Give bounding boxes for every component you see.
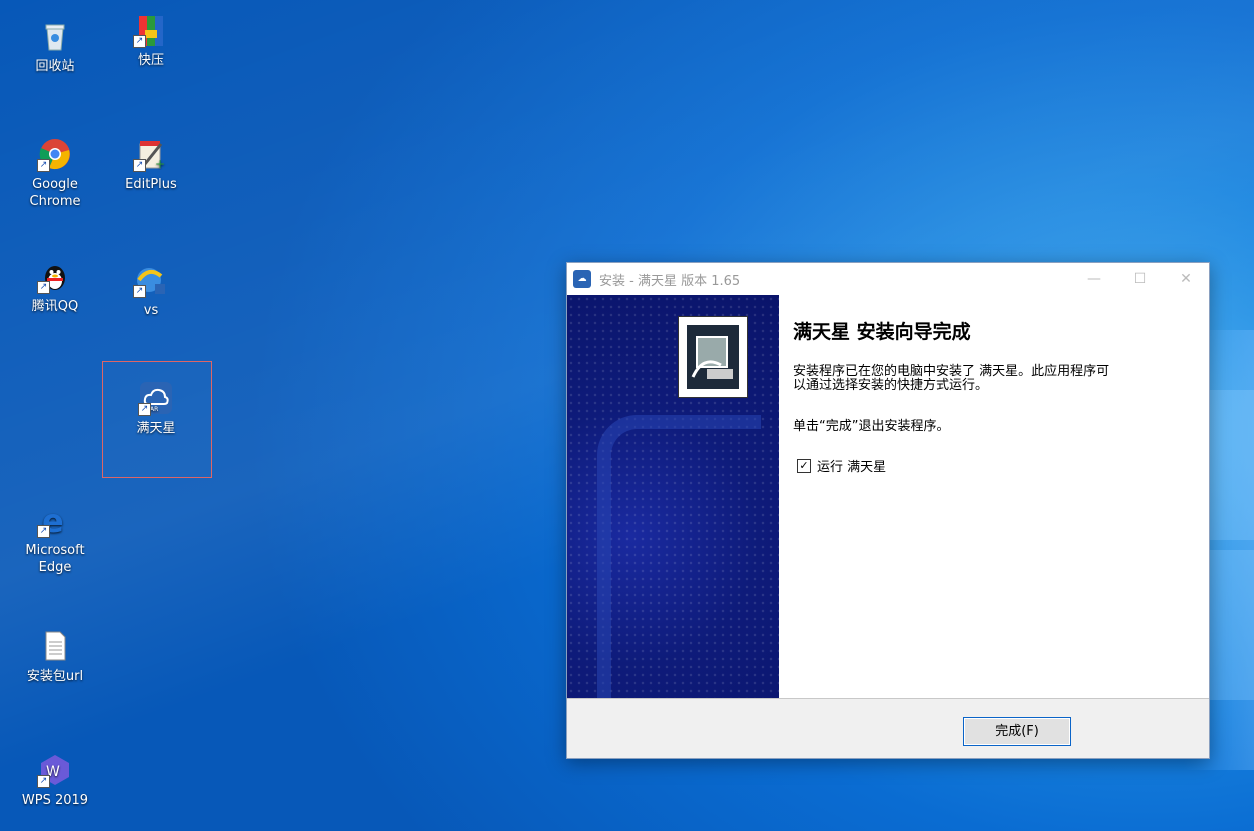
shortcut-arrow-icon: ↗ (37, 525, 50, 538)
shortcut-arrow-icon: ↗ (133, 35, 146, 48)
app-icon: ☁ (573, 270, 591, 288)
desktop-icon-label: 腾讯QQ (31, 299, 79, 314)
desktop-icon-label: 安装包url (26, 669, 84, 684)
desktop-icon-recycle-bin[interactable]: 回收站 (18, 20, 92, 75)
run-app-label: 运行 满天星 (817, 460, 887, 475)
desktop-icon-label: 快压 (137, 53, 164, 68)
shortcut-arrow-icon: ↗ (138, 403, 151, 416)
completion-message: 安装程序已在您的电脑中安装了 满天星。此应用程序可 以通过选择安装的快捷方式运行… (793, 365, 1193, 393)
text-file-icon (39, 630, 71, 662)
mantianxing-cloud-icon: AR ↗ (138, 382, 172, 416)
desktop-icon-label: 满天星 (136, 421, 176, 436)
shortcut-arrow-icon: ↗ (133, 285, 146, 298)
desktop-icon-kuaiya[interactable]: ↗ 快压 (114, 14, 188, 69)
editplus-icon: + ↗ (133, 138, 167, 172)
chrome-icon: ↗ (37, 138, 71, 172)
wizard-side-image (567, 295, 779, 698)
desktop-icon-label: WPS 2019 (21, 793, 89, 808)
desktop-icon-tencent-qq[interactable]: ↗ 腾讯QQ (18, 260, 92, 315)
desktop-icon-google-chrome[interactable]: ↗ Google Chrome (18, 138, 92, 210)
qq-penguin-icon: ↗ (37, 260, 71, 294)
completion-message-line: 安装程序已在您的电脑中安装了 满天星。此应用程序可 (793, 364, 1110, 379)
wizard-heading: 满天星 安装向导完成 (793, 321, 971, 343)
run-app-checkbox[interactable]: ✓ 运行 满天星 (797, 456, 886, 475)
wps-icon: W ↗ (37, 754, 71, 788)
desktop-icon-label: 回收站 (35, 59, 75, 74)
footer-divider (567, 698, 1209, 699)
shortcut-arrow-icon: ↗ (37, 159, 50, 172)
installer-window: ☁ 安装 - 满天星 版本 1.65 — ☐ ✕ 满天星 安装向导完成 安装程序… (566, 262, 1210, 759)
kuaiya-icon: ↗ (133, 14, 167, 48)
desktop-icon-editplus[interactable]: + ↗ EditPlus (114, 138, 188, 193)
desktop-icon-install-url[interactable]: 安装包url (18, 630, 92, 685)
finish-button[interactable]: 完成(F) (963, 717, 1071, 746)
desktop-icon-label: Microsoft Edge (25, 543, 85, 575)
completion-message-line: 以通过选择安装的快捷方式运行。 (793, 378, 989, 393)
svg-text:+: + (155, 157, 165, 170)
edge-icon: e ↗ (37, 502, 71, 540)
wizard-content: 满天星 安装向导完成 安装程序已在您的电脑中安装了 满天星。此应用程序可 以通过… (779, 295, 1209, 698)
vs-icon: ↗ (133, 264, 167, 298)
checkbox-checked-icon[interactable]: ✓ (797, 458, 811, 473)
desktop-icon-microsoft-edge[interactable]: e ↗ Microsoft Edge (18, 502, 92, 576)
desktop-icon-vs[interactable]: ↗ vs (114, 264, 188, 319)
minimize-button[interactable]: — (1071, 263, 1117, 295)
setup-computer-icon (679, 317, 747, 397)
desktop-icon-mantianxing[interactable]: AR ↗ 满天星 (119, 382, 193, 437)
desktop-icon-label: Google Chrome (29, 177, 81, 209)
maximize-button[interactable]: ☐ (1117, 263, 1163, 295)
desktop-icon-label: vs (143, 303, 159, 318)
desktop-icon-label: EditPlus (125, 177, 177, 192)
exit-hint: 单击“完成”退出安装程序。 (793, 419, 950, 434)
recycle-bin-icon (39, 20, 71, 52)
window-titlebar[interactable]: ☁ 安装 - 满天星 版本 1.65 — ☐ ✕ (567, 263, 1209, 295)
close-button[interactable]: ✕ (1163, 263, 1209, 295)
shortcut-arrow-icon: ↗ (37, 281, 50, 294)
desktop-icon-wps-2019[interactable]: W ↗ WPS 2019 (18, 754, 92, 809)
shortcut-arrow-icon: ↗ (37, 775, 50, 788)
window-title: 安装 - 满天星 版本 1.65 (599, 273, 741, 289)
svg-text:AR: AR (150, 406, 158, 413)
shortcut-arrow-icon: ↗ (133, 159, 146, 172)
